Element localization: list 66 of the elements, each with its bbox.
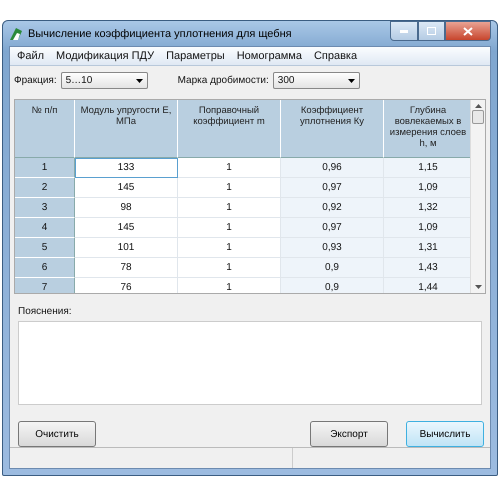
maximize-button[interactable] (418, 21, 445, 41)
action-button[interactable]: Экспорт (310, 421, 388, 447)
table-cell: 0,9 (281, 278, 384, 293)
menu-item[interactable]: Файл (12, 50, 50, 62)
dropdown[interactable]: 5…10 (60, 72, 148, 89)
table-cell: 1,43 (384, 258, 470, 278)
table-cell: 1 (178, 178, 281, 198)
dropdown[interactable]: 300 (272, 72, 360, 89)
dropdown-arrow-icon (136, 78, 143, 82)
table-cell: 1,44 (384, 278, 470, 293)
table-cell: 0,96 (281, 158, 384, 178)
column-header: № п/п (15, 100, 75, 158)
field-label: Марка дробимости: (178, 75, 269, 86)
field-label: Фракция: (14, 75, 57, 86)
table-cell: 1 (178, 238, 281, 258)
scroll-down-icon (474, 285, 482, 289)
scrollbar[interactable] (470, 100, 485, 293)
table-cell: 101 (75, 238, 178, 258)
table-cell: 1 (178, 158, 281, 178)
table-cell: 1,15 (384, 158, 470, 178)
close-icon (463, 26, 473, 36)
menu-item[interactable]: Параметры (161, 50, 230, 62)
maximize-icon (427, 27, 436, 35)
scroll-up-icon (474, 104, 482, 108)
row-header: 6 (15, 258, 75, 278)
dropdown-arrow-icon (348, 78, 355, 82)
table-cell: 0,93 (281, 238, 384, 258)
row-header: 1 (15, 158, 75, 178)
notes-field[interactable] (18, 321, 482, 405)
app-logo-icon (9, 26, 23, 40)
minimize-button[interactable] (390, 21, 418, 41)
column-header: Поправочный коэффициент m (178, 100, 281, 158)
table-cell: 1,31 (384, 238, 470, 258)
table-cell: 0,97 (281, 218, 384, 238)
notes-label: Пояснения: (18, 306, 72, 317)
table-cell: 0,9 (281, 258, 384, 278)
row-header: 5 (15, 238, 75, 258)
column-header: Коэффициент уплотнения Ку (281, 100, 384, 158)
table-cell: 1 (178, 258, 281, 278)
close-button[interactable] (445, 21, 491, 41)
minimize-icon (400, 30, 408, 32)
row-header: 7 (15, 278, 75, 293)
menu-item[interactable]: Справка (308, 50, 362, 62)
row-header: 4 (15, 218, 75, 238)
row-header: 2 (15, 178, 75, 198)
menu-item[interactable]: Номограмма (232, 50, 307, 62)
column-header: Глубина вовлекаемых в измерения слоев h, м (384, 100, 470, 158)
action-button[interactable]: Очистить (18, 421, 96, 447)
table-cell: 1,09 (384, 178, 470, 198)
table-cell: 133 (75, 158, 178, 178)
action-button[interactable]: Вычислить (406, 421, 484, 447)
table-cell: 0,97 (281, 178, 384, 198)
table-cell: 145 (75, 218, 178, 238)
scroll-thumb[interactable] (472, 110, 484, 124)
table-cell: 1 (178, 218, 281, 238)
table-cell: 1,32 (384, 198, 470, 218)
table-cell: 145 (75, 178, 178, 198)
table-cell: 98 (75, 198, 178, 218)
table-cell: 78 (75, 258, 178, 278)
table-cell: 1,09 (384, 218, 470, 238)
table-cell: 0,92 (281, 198, 384, 218)
window-title: Вычисление коэффициента уплотнения для щебня (28, 28, 292, 40)
menu-item[interactable]: Модификация ПДУ (51, 50, 160, 62)
row-header: 3 (15, 198, 75, 218)
column-header: Модуль упругости E, МПа (75, 100, 178, 158)
table-cell: 1 (178, 198, 281, 218)
